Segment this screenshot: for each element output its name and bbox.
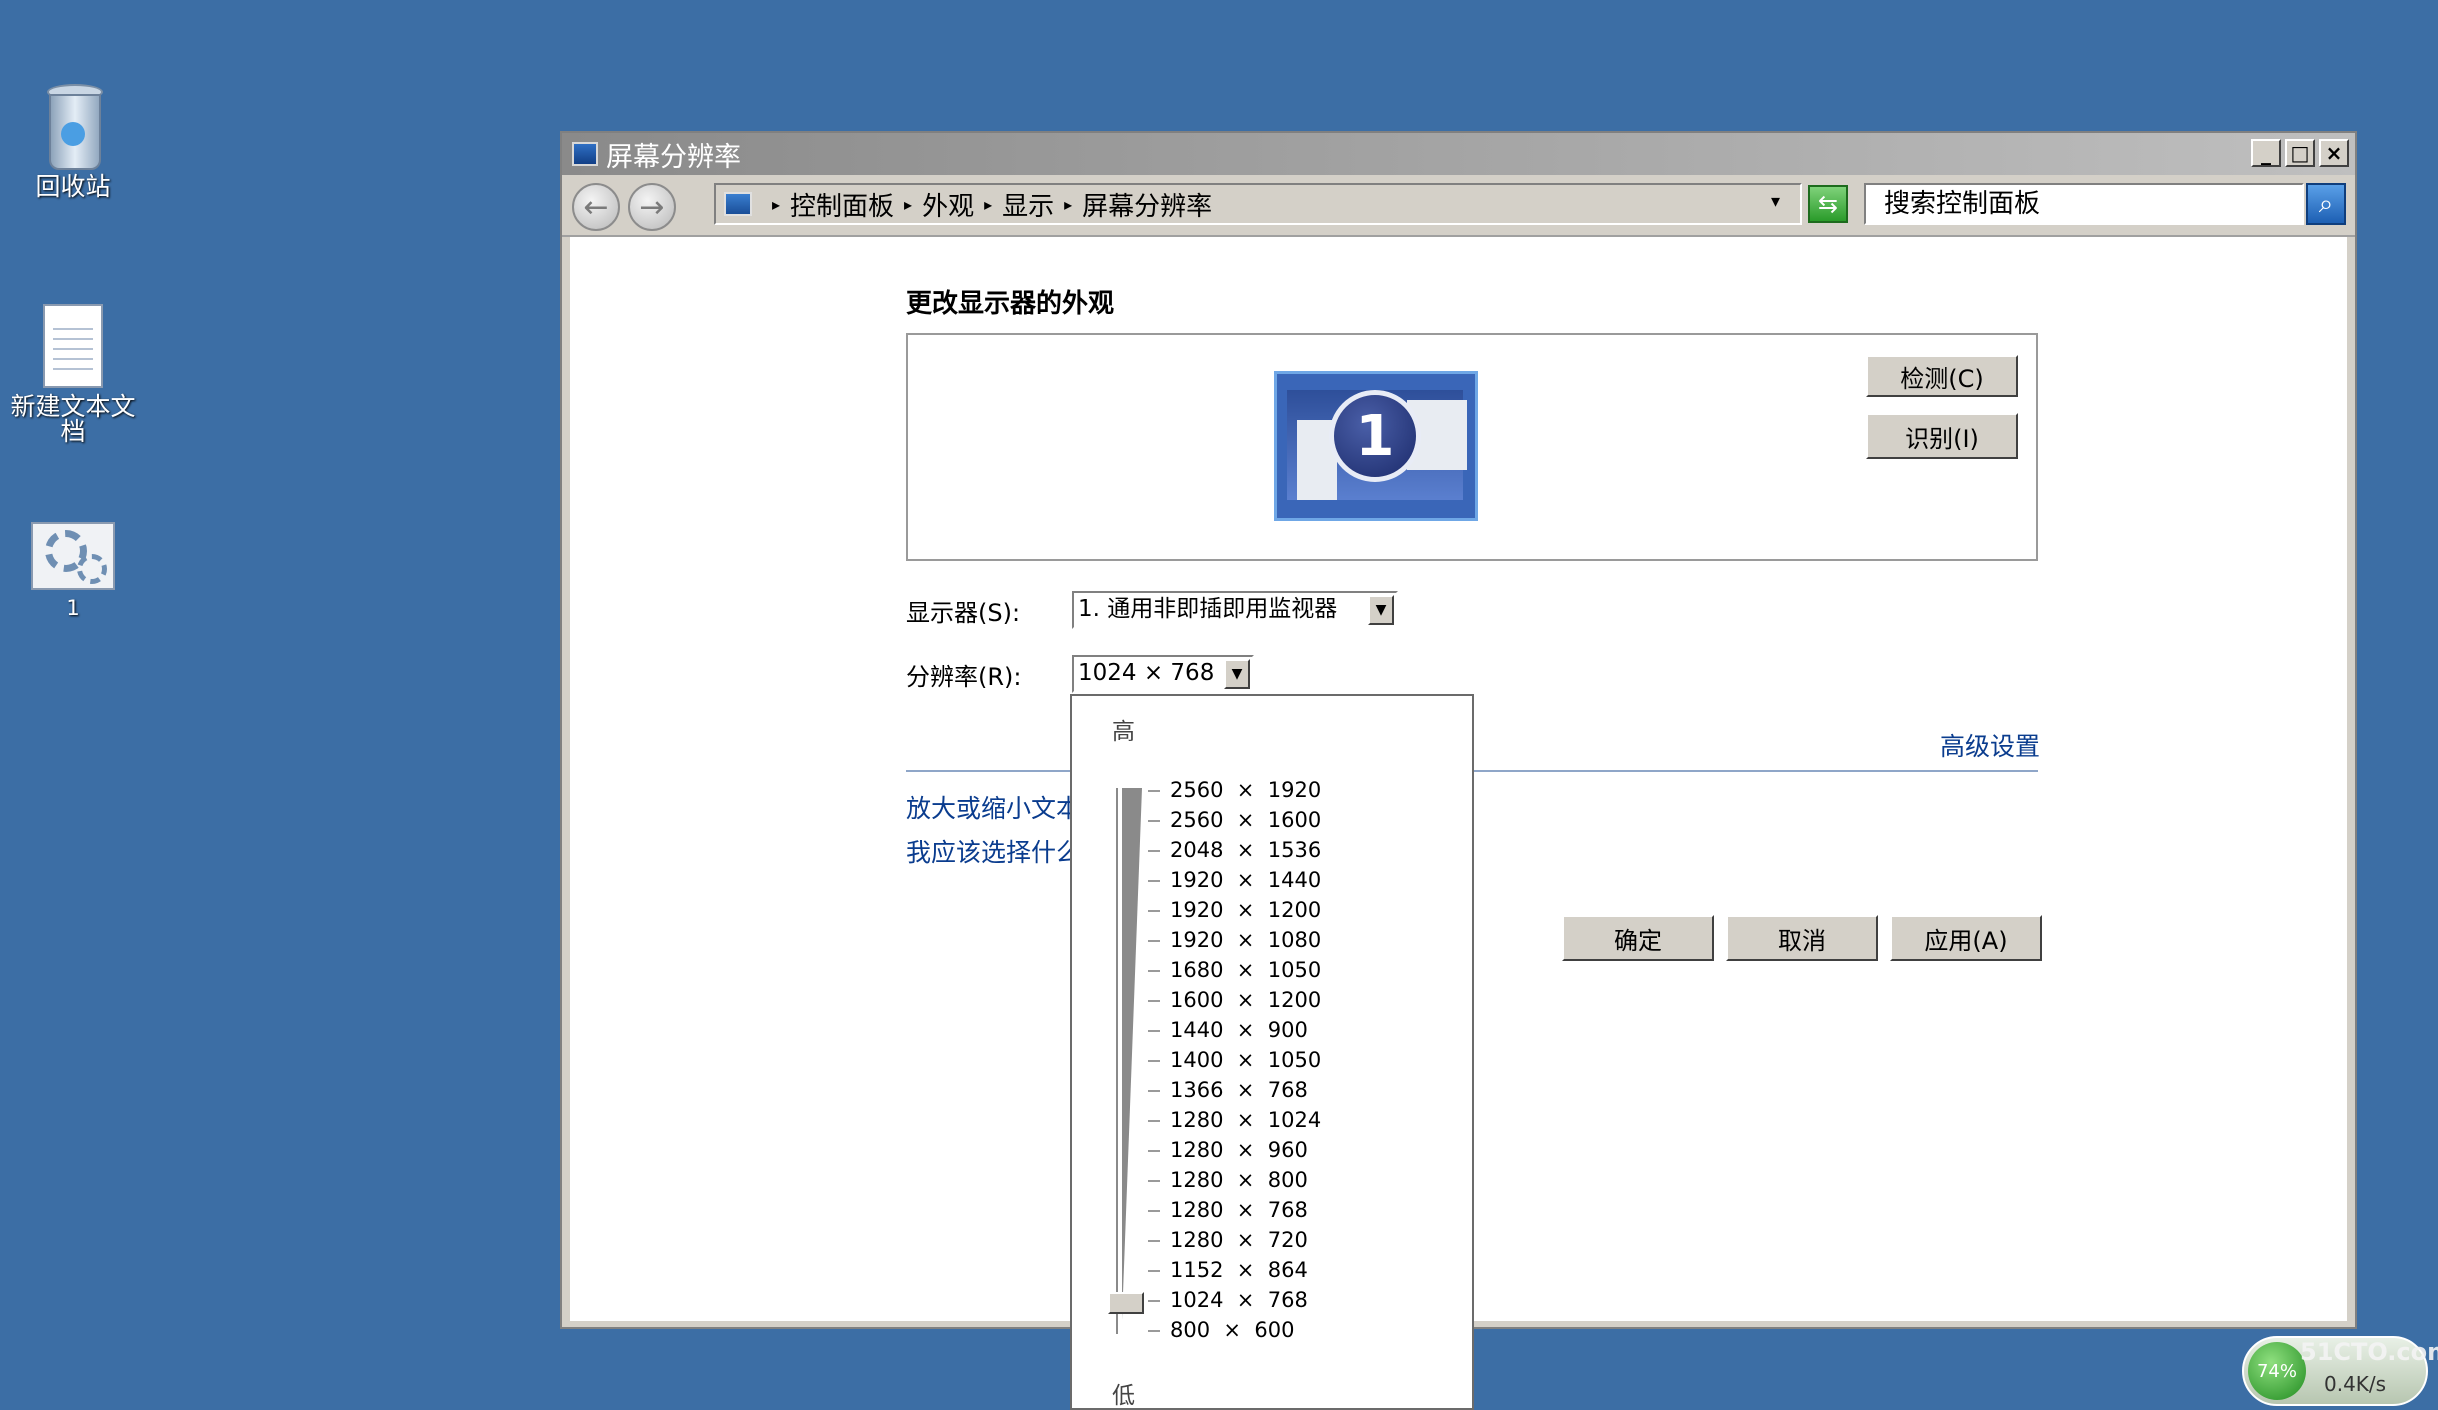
identify-button[interactable]: 识别(I)	[1866, 413, 2018, 459]
breadcrumb-arrow-icon[interactable]: ▸	[772, 195, 780, 214]
network-speed: 0.4K/s	[2324, 1372, 2387, 1396]
monitor-1-icon[interactable]: 1	[1274, 371, 1478, 521]
settings-shortcut-icon	[31, 522, 115, 590]
desktop-icon-recycle-bin[interactable]: 回收站	[0, 84, 148, 199]
monitor-preview-panel: 1 检测(C) 识别(I)	[906, 333, 2038, 561]
search-icon[interactable]: ⌕	[2306, 183, 2346, 225]
which-setting-link[interactable]: 我应该选择什么	[906, 833, 1081, 869]
address-bar[interactable]: ▸ 控制面板 ▸ 外观 ▸ 显示 ▸ 屏幕分辨率 ▾	[714, 183, 1802, 225]
navigation-bar: ← → ▸ 控制面板 ▸ 外观 ▸ 显示 ▸ 屏幕分辨率 ▾ ⇆ 搜索控制面板 …	[562, 175, 2355, 237]
breadcrumb-control-panel[interactable]: 控制面板	[790, 186, 894, 223]
resolution-option[interactable]: 800 × 600	[1142, 1315, 1321, 1345]
search-input[interactable]: 搜索控制面板	[1864, 183, 2304, 225]
resolution-option[interactable]: 1400 × 1050	[1142, 1045, 1321, 1075]
refresh-button[interactable]: ⇆	[1808, 185, 1848, 223]
forward-button[interactable]: →	[628, 183, 676, 231]
resolution-option[interactable]: 1280 × 800	[1142, 1165, 1321, 1195]
resolution-option[interactable]: 1280 × 768	[1142, 1195, 1321, 1225]
display-select-value: 1. 通用非即插即用监视器	[1078, 596, 1338, 622]
recycle-bin-icon	[43, 84, 103, 170]
apply-button[interactable]: 应用(A)	[1890, 915, 2042, 961]
text-document-icon	[43, 304, 103, 388]
control-panel-icon	[572, 142, 598, 166]
resolution-option[interactable]: 1920 × 1200	[1142, 895, 1321, 925]
resolution-option[interactable]: 1920 × 1440	[1142, 865, 1321, 895]
breadcrumb-appearance[interactable]: 外观	[922, 186, 974, 223]
ok-button[interactable]: 确定	[1562, 915, 1714, 961]
resolution-slider-track[interactable]	[1116, 788, 1142, 1334]
resolution-option[interactable]: 1600 × 1200	[1142, 985, 1321, 1015]
desktop-icon-settings-shortcut[interactable]: 1	[0, 522, 148, 621]
text-size-link[interactable]: 放大或缩小文本	[906, 789, 1081, 825]
resolution-option[interactable]: 1280 × 1024	[1142, 1105, 1321, 1135]
breadcrumb-arrow-icon[interactable]: ▸	[1064, 195, 1072, 214]
address-dropdown-icon[interactable]: ▾	[1771, 191, 1780, 212]
resolution-dropdown[interactable]: 高 2560 × 1920 2560 × 1600 2048 × 1536 19…	[1070, 694, 1474, 1410]
minimize-button[interactable]: _	[2251, 139, 2281, 167]
resolution-option[interactable]: 2560 × 1600	[1142, 805, 1321, 835]
resolution-option[interactable]: 1280 × 960	[1142, 1135, 1321, 1165]
desktop-icon-label: 新建文本文档	[10, 392, 136, 446]
breadcrumb-display[interactable]: 显示	[1002, 186, 1054, 223]
resolution-options: 2560 × 1920 2560 × 1600 2048 × 1536 1920…	[1142, 775, 1321, 1345]
chevron-down-icon[interactable]: ▼	[1224, 659, 1250, 689]
high-label: 高	[1112, 719, 1135, 745]
resolution-label: 分辨率(R):	[906, 663, 1022, 691]
monitor-number: 1	[1329, 390, 1421, 482]
breadcrumb-screen-resolution[interactable]: 屏幕分辨率	[1082, 186, 1212, 223]
resolution-option[interactable]: 1280 × 720	[1142, 1225, 1321, 1255]
window-title: 屏幕分辨率	[606, 141, 741, 173]
control-panel-icon	[724, 192, 752, 216]
title-bar[interactable]: 屏幕分辨率 _ □ ×	[562, 133, 2355, 175]
advanced-settings-link[interactable]: 高级设置	[1940, 727, 2040, 763]
watermark-logo: 51CTO.com	[2300, 1338, 2438, 1366]
maximize-button[interactable]: □	[2285, 139, 2315, 167]
desktop-icon-label: 1	[66, 596, 80, 620]
desktop-icon-label: 回收站	[35, 172, 111, 201]
network-percent-badge: 74%	[2248, 1342, 2306, 1400]
cancel-button[interactable]: 取消	[1726, 915, 1878, 961]
resolution-option[interactable]: 1152 × 864	[1142, 1255, 1321, 1285]
resolution-option[interactable]: 2560 × 1920	[1142, 775, 1321, 805]
detect-button[interactable]: 检测(C)	[1866, 355, 2018, 397]
desktop-icon-text-document[interactable]: 新建文本文档	[0, 304, 148, 444]
resolution-option[interactable]: 1680 × 1050	[1142, 955, 1321, 985]
resolution-slider-thumb[interactable]	[1108, 1292, 1144, 1314]
resolution-option[interactable]: 1920 × 1080	[1142, 925, 1321, 955]
resolution-option[interactable]: 2048 × 1536	[1142, 835, 1321, 865]
breadcrumb-arrow-icon[interactable]: ▸	[904, 195, 912, 214]
resolution-option-selected[interactable]: 1024 × 768	[1142, 1285, 1321, 1315]
display-label: 显示器(S):	[906, 599, 1021, 627]
close-button[interactable]: ×	[2319, 139, 2349, 167]
page-heading: 更改显示器的外观	[906, 289, 1115, 319]
resolution-select-value: 1024 × 768	[1078, 660, 1215, 686]
back-button[interactable]: ←	[572, 183, 620, 231]
resolution-option[interactable]: 1440 × 900	[1142, 1015, 1321, 1045]
low-label: 低	[1112, 1383, 1135, 1409]
display-select[interactable]: 1. 通用非即插即用监视器 ▼	[1072, 591, 1398, 629]
resolution-option[interactable]: 1366 × 768	[1142, 1075, 1321, 1105]
chevron-down-icon[interactable]: ▼	[1368, 595, 1394, 625]
resolution-select[interactable]: 1024 × 768 ▼	[1072, 655, 1254, 693]
breadcrumb-arrow-icon[interactable]: ▸	[984, 195, 992, 214]
